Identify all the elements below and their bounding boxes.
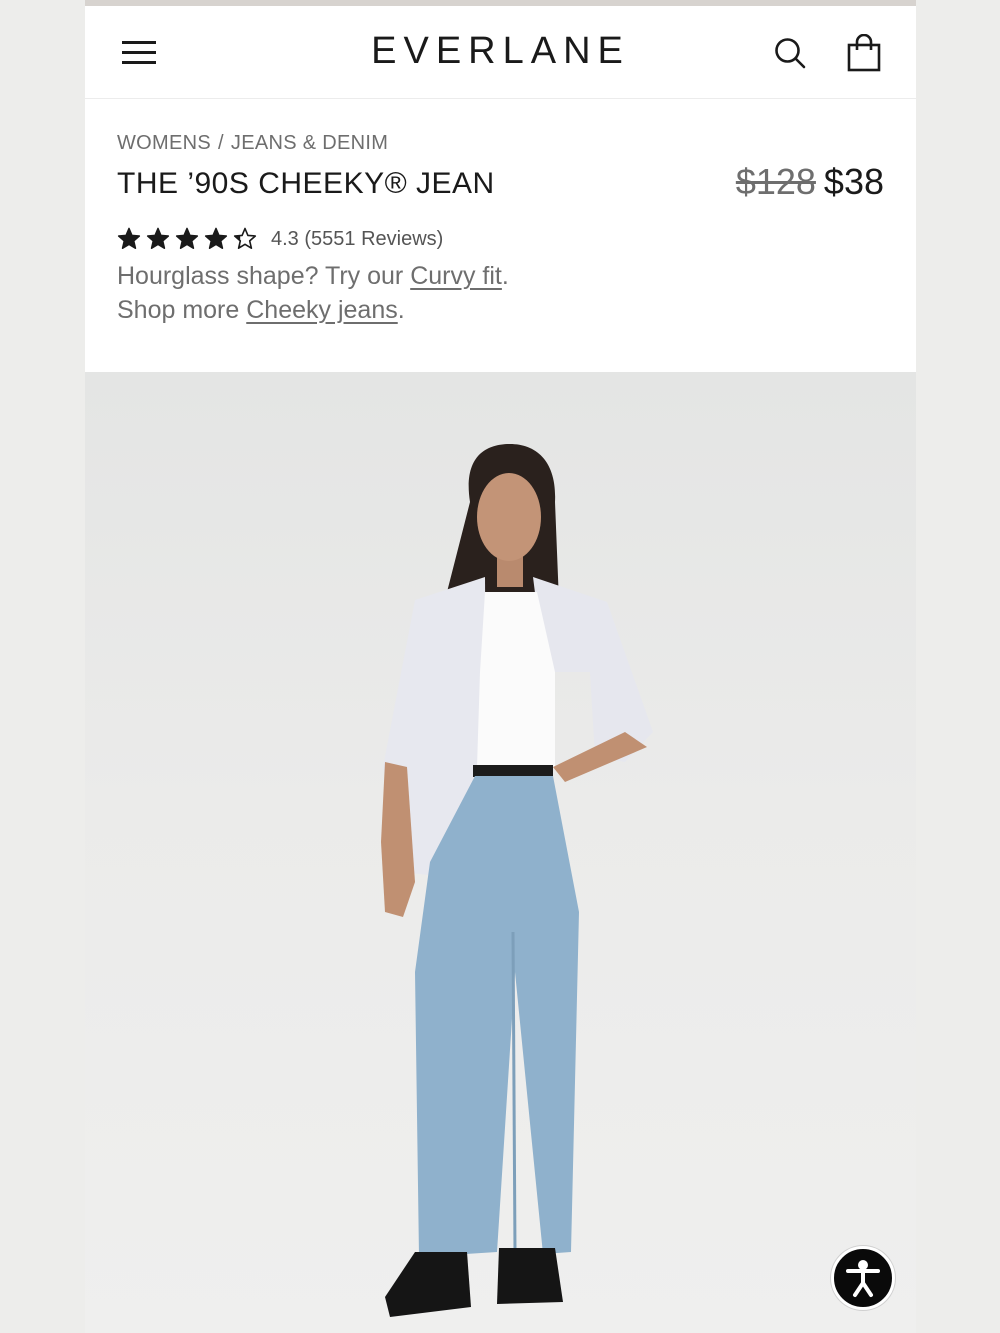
star-icon (175, 227, 199, 249)
star-icon (117, 227, 141, 249)
accessibility-button[interactable] (831, 1246, 895, 1310)
star-rating (117, 227, 257, 251)
original-price: $128 (735, 161, 816, 202)
price-block: $128 $38 (736, 161, 884, 203)
cart-button[interactable] (847, 33, 881, 72)
site-header: EVERLANE (85, 6, 916, 99)
accessibility-person-icon (846, 1260, 880, 1297)
product-hero-image[interactable] (85, 372, 916, 1333)
search-icon (775, 38, 806, 69)
breadcrumb-separator: / (218, 132, 224, 154)
breadcrumb-jeans-denim[interactable]: JEANS & DENIM (231, 132, 388, 154)
curvy-fit-link[interactable]: Curvy fit (410, 262, 502, 290)
curvy-fit-promo: Hourglass shape? Try our Curvy fit. (117, 262, 509, 290)
cheeky-jeans-link[interactable]: Cheeky jeans (246, 296, 397, 324)
sale-price: $38 (823, 161, 884, 202)
star-icon (233, 227, 257, 249)
search-button[interactable] (773, 36, 807, 70)
product-page: EVERLANE WOMENS / JEANS & DENIM THE ’90S C… (85, 6, 916, 1333)
rating-text[interactable]: 4.3 (5551 Reviews) (271, 228, 443, 251)
star-icon (146, 227, 170, 249)
breadcrumb: WOMENS / JEANS & DENIM (117, 132, 388, 155)
rating-summary[interactable]: 4.3 (5551 Reviews) (117, 227, 443, 251)
product-title: THE ’90S CHEEKY® JEAN (117, 167, 495, 200)
model-illustration (381, 444, 653, 1317)
shopping-bag-icon (847, 33, 881, 72)
breadcrumb-womens[interactable]: WOMENS (117, 132, 211, 154)
product-info: WOMENS / JEANS & DENIM THE ’90S CHEEKY® JE… (85, 99, 916, 372)
star-icon (204, 227, 228, 249)
cheeky-jeans-promo: Shop more Cheeky jeans. (117, 296, 405, 324)
